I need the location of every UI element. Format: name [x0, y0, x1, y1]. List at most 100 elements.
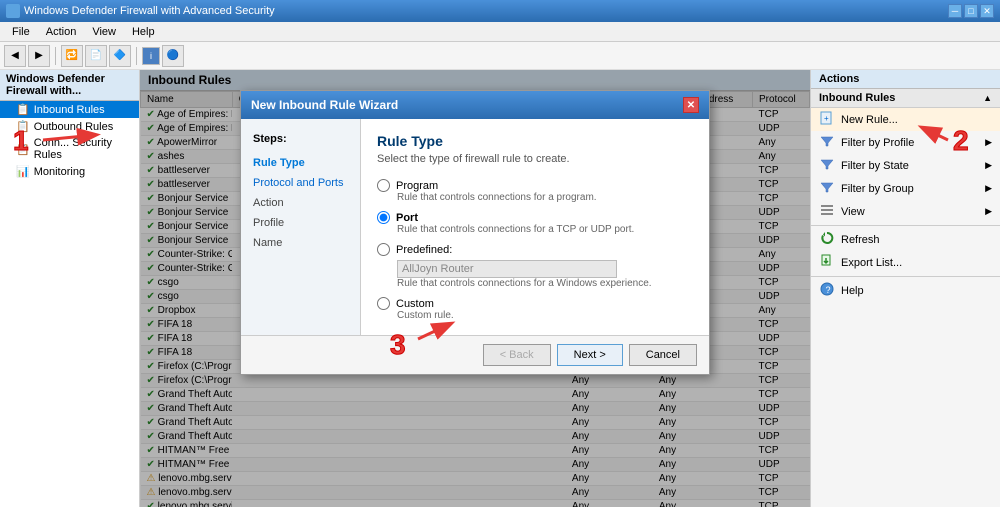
radio-input-port[interactable]: [377, 211, 390, 224]
dialog-overlay: New Inbound Rule Wizard ✕ Steps: Rule Ty…: [140, 70, 810, 507]
close-button[interactable]: ✕: [980, 4, 994, 18]
radio-label-port[interactable]: Port: [377, 211, 693, 224]
toolbar-action2[interactable]: 📄: [85, 45, 107, 67]
radio-desc-program: Rule that controls connections for a pro…: [397, 192, 693, 203]
dialog-steps: Steps: Rule TypeProtocol and PortsAction…: [241, 119, 361, 335]
toolbar-sep2: [136, 47, 137, 65]
dialog-title: New Inbound Rule Wizard ✕: [241, 91, 709, 119]
action-item-filter-by-profile[interactable]: Filter by Profile▶: [811, 131, 1000, 154]
menu-bar: FileActionViewHelp: [0, 22, 1000, 42]
sidebar-item-outbound[interactable]: 📋 Outbound Rules: [0, 118, 139, 135]
radio-item-port: PortRule that controls connections for a…: [377, 211, 693, 235]
actions-subheader: Inbound Rules ▲: [811, 89, 1000, 108]
dialog-close-button[interactable]: ✕: [683, 97, 699, 113]
tree-panel: Windows Defender Firewall with... 📋 Inbo…: [0, 70, 140, 507]
radio-desc-predefined: Rule that controls connections for a Win…: [397, 278, 693, 289]
action-item-view[interactable]: View▶: [811, 200, 1000, 223]
toolbar-action1[interactable]: 🔁: [61, 45, 83, 67]
sidebar-item-monitoring[interactable]: 📊 Monitoring: [0, 163, 139, 180]
action-label: Export List...: [841, 257, 902, 269]
sidebar-item-connection[interactable]: 📋 Conn... Security Rules: [0, 135, 139, 163]
radio-item-predefined: Predefined: AllJoyn RouterRule that contr…: [377, 243, 693, 289]
action-submenu-arrow-icon: ▶: [985, 160, 992, 171]
menu-item-file[interactable]: File: [4, 24, 38, 40]
dialog-section-desc: Select the type of firewall rule to crea…: [377, 153, 693, 165]
radio-input-custom[interactable]: [377, 297, 390, 310]
predefined-select[interactable]: AllJoyn Router: [397, 260, 617, 278]
connection-icon: 📋: [16, 143, 30, 156]
title-bar: Windows Defender Firewall with Advanced …: [0, 0, 1000, 22]
action-icon-export-list-: [819, 254, 835, 271]
next-button[interactable]: Next >: [557, 344, 623, 366]
svg-text:+: +: [824, 114, 829, 123]
outbound-icon: 📋: [16, 120, 30, 133]
menu-item-action[interactable]: Action: [38, 24, 85, 40]
tree-header: Windows Defender Firewall with...: [0, 70, 139, 101]
dialog-step-action: Action: [241, 193, 360, 213]
sidebar-item-inbound[interactable]: 📋 Inbound Rules: [0, 101, 139, 118]
maximize-button[interactable]: □: [964, 4, 978, 18]
radio-item-custom: CustomCustom rule.: [377, 297, 693, 321]
radio-label-program[interactable]: Program: [377, 179, 693, 192]
dialog-step-name: Name: [241, 233, 360, 253]
toolbar-action5[interactable]: 🔵: [162, 45, 184, 67]
cancel-button[interactable]: Cancel: [629, 344, 697, 366]
main-layout: Windows Defender Firewall with... 📋 Inbo…: [0, 70, 1000, 507]
action-label: New Rule...: [841, 114, 898, 126]
app-icon: [6, 4, 20, 18]
actions-subheader-text: Inbound Rules: [819, 92, 895, 104]
chevron-up-icon: ▲: [983, 93, 992, 103]
action-label: View: [841, 206, 865, 218]
action-icon-help: ?: [819, 282, 835, 299]
actions-items: +New Rule...Filter by Profile▶Filter by …: [811, 108, 1000, 302]
action-icon-filter-by-group: [819, 180, 835, 197]
toolbar-back[interactable]: ◀: [4, 45, 26, 67]
minimize-button[interactable]: ─: [948, 4, 962, 18]
radio-label-custom[interactable]: Custom: [377, 297, 693, 310]
toolbar-forward[interactable]: ▶: [28, 45, 50, 67]
dialog-footer: < Back Next > Cancel: [241, 335, 709, 374]
action-item-help[interactable]: ? Help: [811, 279, 1000, 302]
toolbar-sep1: [55, 47, 56, 65]
radio-desc-port: Rule that controls connections for a TCP…: [397, 224, 693, 235]
monitoring-label: Monitoring: [34, 166, 85, 178]
toolbar: ◀ ▶ 🔁 📄 🔷 i 🔵: [0, 42, 1000, 70]
dialog-title-text: New Inbound Rule Wizard: [251, 98, 398, 112]
menu-item-view[interactable]: View: [84, 24, 124, 40]
action-item-filter-by-state[interactable]: Filter by State▶: [811, 154, 1000, 177]
dialog-step-protocol-and-ports[interactable]: Protocol and Ports: [241, 173, 360, 193]
radio-input-program[interactable]: [377, 179, 390, 192]
action-label: Refresh: [841, 234, 880, 246]
monitoring-icon: 📊: [16, 165, 30, 178]
action-icon-view: [819, 203, 835, 220]
radio-input-predefined[interactable]: [377, 243, 390, 256]
action-submenu-arrow-icon: ▶: [985, 183, 992, 194]
menu-item-help[interactable]: Help: [124, 24, 163, 40]
actions-panel: Actions Inbound Rules ▲ + New Rule... Filt…: [810, 70, 1000, 507]
steps-label: Steps:: [241, 129, 360, 149]
action-icon-filter-by-state: [819, 157, 835, 174]
dialog-step-profile: Profile: [241, 213, 360, 233]
action-item-export-list-[interactable]: Export List...: [811, 251, 1000, 274]
action-item-filter-by-group[interactable]: Filter by Group ▶: [811, 177, 1000, 200]
action-separator: [811, 276, 1000, 277]
actions-header: Actions: [811, 70, 1000, 89]
toolbar-action3[interactable]: 🔷: [109, 45, 131, 67]
toolbar-action4[interactable]: i: [142, 47, 160, 65]
action-icon-new-rule-: +: [819, 111, 835, 128]
dialog-section-title: Rule Type: [377, 133, 693, 149]
dialog-options: ProgramRule that controls connections fo…: [377, 179, 693, 321]
title-bar-controls: ─ □ ✕: [948, 4, 994, 18]
back-button[interactable]: < Back: [483, 344, 551, 366]
outbound-label: Outbound Rules: [34, 121, 114, 133]
action-label: Filter by Profile: [841, 137, 914, 149]
radio-label-predefined[interactable]: Predefined:: [377, 243, 693, 256]
action-item-new-rule-[interactable]: + New Rule...: [811, 108, 1000, 131]
action-item-refresh[interactable]: Refresh: [811, 228, 1000, 251]
action-label: Help: [841, 285, 864, 297]
inbound-label: Inbound Rules: [34, 104, 105, 116]
action-separator: [811, 225, 1000, 226]
title-bar-title: Windows Defender Firewall with Advanced …: [24, 5, 948, 17]
dialog-step-rule-type: Rule Type: [241, 153, 360, 173]
action-label: Filter by Group: [841, 183, 914, 195]
